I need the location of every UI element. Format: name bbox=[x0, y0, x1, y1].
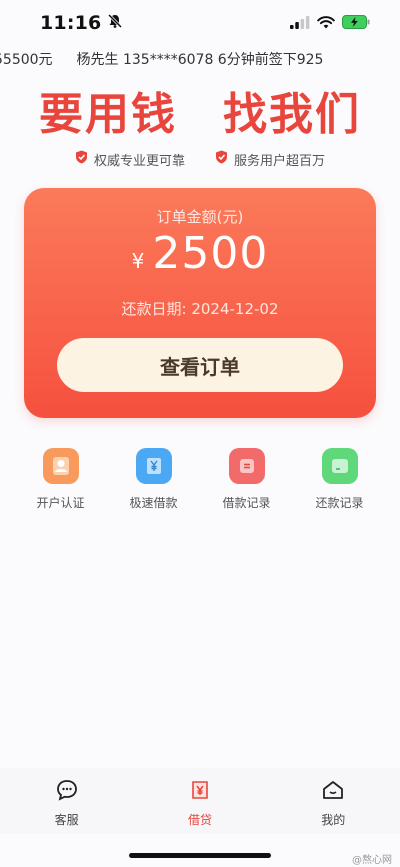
battery-charging-icon bbox=[342, 14, 370, 33]
trust-label: 服务用户超百万 bbox=[234, 153, 326, 169]
ticker-item: 杨先生 135****6078 6分钟前签下925 bbox=[76, 52, 324, 68]
headline-right: 找我们 bbox=[223, 89, 361, 140]
nav-item-mine[interactable]: 我的 bbox=[293, 778, 373, 834]
view-order-button[interactable]: 查看订单 bbox=[57, 338, 343, 392]
order-amount: 2500 bbox=[152, 228, 269, 279]
repay-icon bbox=[321, 448, 358, 484]
quick-action-label: 极速借款 bbox=[129, 496, 178, 510]
due-date-value: 2024-12-02 bbox=[191, 300, 279, 318]
quick-action-account-verify[interactable]: 开户认证 bbox=[19, 448, 103, 518]
trust-item: 服务用户超百万 bbox=[215, 148, 325, 170]
wifi-icon bbox=[317, 14, 335, 33]
quick-action-repay-records[interactable]: 还款记录 bbox=[298, 448, 382, 518]
due-date-row: 还款日期: 2024-12-02 bbox=[24, 298, 376, 319]
headline-left: 要用钱 bbox=[39, 89, 177, 140]
trust-item: 权威专业更可靠 bbox=[75, 148, 185, 170]
ticker-item: 55500元 bbox=[0, 52, 53, 68]
quick-action-loan-records[interactable]: 借款记录 bbox=[205, 448, 289, 518]
headline: 要用钱 找我们 bbox=[0, 78, 400, 140]
record-icon bbox=[228, 448, 265, 484]
currency-symbol: ¥ bbox=[131, 249, 145, 273]
amount-row: ¥ 2500 bbox=[24, 228, 376, 279]
quick-actions: 开户认证 极速借款 借款记录 还款记录 bbox=[0, 448, 400, 518]
due-date-label: 还款日期: bbox=[121, 300, 187, 318]
status-left: 11:16 bbox=[40, 12, 123, 34]
status-bar: 11:16 bbox=[0, 0, 400, 46]
trust-row: 权威专业更可靠 服务用户超百万 bbox=[0, 148, 400, 170]
nav-item-loan[interactable]: 借贷 bbox=[160, 778, 240, 834]
quick-action-label: 开户认证 bbox=[36, 496, 85, 510]
watermark: @熬心网 bbox=[352, 855, 392, 866]
nav-label: 客服 bbox=[54, 813, 79, 827]
quick-action-label: 还款记录 bbox=[315, 496, 364, 510]
home-icon bbox=[321, 778, 345, 806]
chat-bubble-icon bbox=[55, 778, 79, 806]
nav-label: 借贷 bbox=[187, 813, 212, 827]
nav-item-customer-service[interactable]: 客服 bbox=[27, 778, 107, 834]
bottom-nav: 客服 借贷 我的 bbox=[0, 768, 400, 834]
signal-icon bbox=[290, 14, 310, 33]
status-time: 11:16 bbox=[40, 12, 102, 34]
yen-card-icon bbox=[135, 448, 172, 484]
shield-icon bbox=[75, 150, 88, 168]
order-card: 订单金额(元) ¥ 2500 还款日期: 2024-12-02 查看订单 bbox=[24, 188, 376, 418]
yen-icon bbox=[188, 778, 212, 806]
order-amount-label: 订单金额(元) bbox=[156, 208, 244, 226]
status-right bbox=[290, 14, 370, 33]
shield-icon bbox=[215, 150, 228, 168]
trust-label: 权威专业更可靠 bbox=[93, 153, 185, 169]
app-screen: 11:16 5500元 杨先生 135****6078 6分钟前签下925 要用… bbox=[0, 0, 400, 867]
bell-muted-icon bbox=[107, 13, 123, 33]
quick-action-fast-loan[interactable]: 极速借款 bbox=[112, 448, 196, 518]
nav-label: 我的 bbox=[321, 813, 346, 827]
quick-action-label: 借款记录 bbox=[222, 496, 271, 510]
announcement-ticker: 55500元 杨先生 135****6078 6分钟前签下925 bbox=[0, 46, 400, 70]
home-indicator[interactable] bbox=[129, 853, 271, 858]
user-verify-icon bbox=[42, 448, 79, 484]
